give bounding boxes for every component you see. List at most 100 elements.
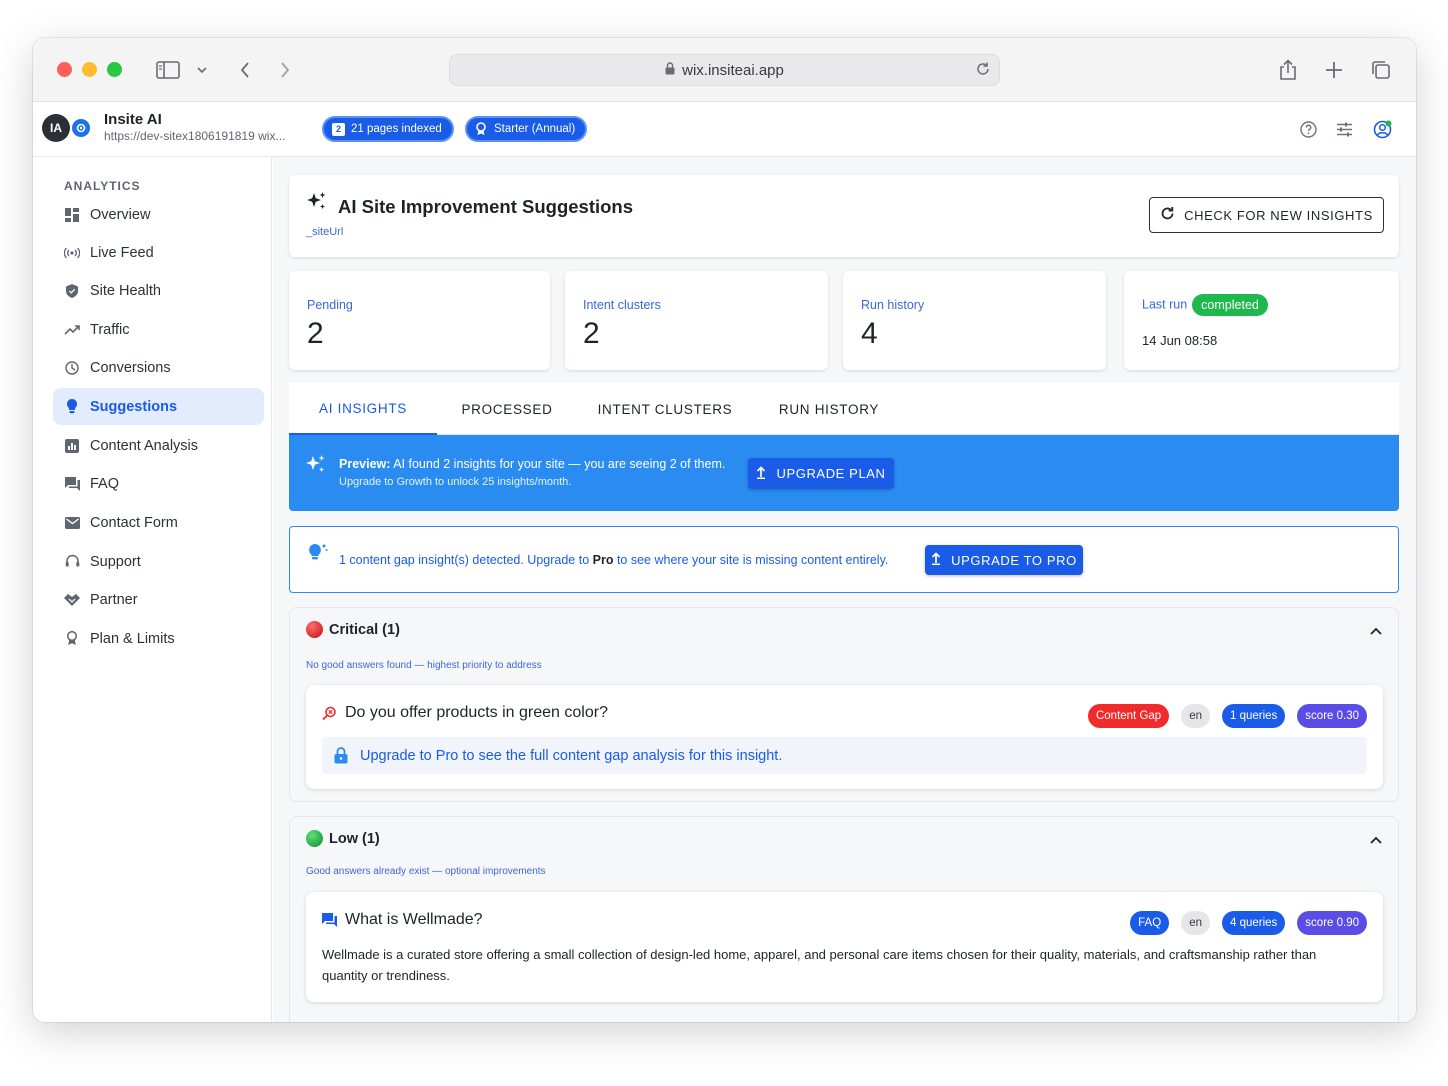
- insight-tags: Content Gap en 1 queries score 0.30: [1087, 704, 1367, 728]
- page-header-card: AI Site Improvement Suggestions _siteUrl…: [289, 175, 1399, 257]
- zoom-window-button[interactable]: [107, 62, 122, 77]
- handshake-icon: [64, 592, 80, 608]
- sidebar-item-label: Suggestions: [90, 398, 178, 415]
- settings-sliders-icon[interactable]: [1333, 118, 1355, 140]
- sidebar-item-content-analysis[interactable]: Content Analysis: [53, 427, 264, 464]
- sidebar-item-label: Traffic: [90, 321, 130, 338]
- sidebar-item-overview[interactable]: Overview: [53, 196, 264, 233]
- language-badge: en: [1181, 704, 1210, 728]
- pro-upsell-notice[interactable]: Upgrade to Pro to see the full content g…: [322, 737, 1367, 774]
- pages-indexed-label: 21 pages indexed: [351, 123, 442, 135]
- reload-icon[interactable]: [975, 61, 991, 81]
- account-icon[interactable]: [1371, 118, 1393, 140]
- insight-card[interactable]: What is Wellmade? FAQ en 4 queries score…: [306, 892, 1383, 1002]
- new-tab-icon[interactable]: [1320, 56, 1348, 84]
- chevron-down-icon[interactable]: [188, 56, 216, 84]
- sidebar-item-traffic[interactable]: Traffic: [53, 311, 264, 348]
- content-gap-message: 1 content gap insight(s) detected. Upgra…: [339, 553, 888, 567]
- preview-banner: Preview: AI found 2 insights for your si…: [289, 435, 1399, 511]
- stat-card-pending: Pending 2: [289, 271, 550, 370]
- support-icon: [64, 554, 80, 570]
- content-gap-banner: 1 content gap insight(s) detected. Upgra…: [289, 526, 1399, 593]
- last-run-label: Last run: [1142, 297, 1188, 312]
- sidebar-item-suggestions[interactable]: Suggestions: [53, 388, 264, 425]
- sidebar-item-label: Overview: [90, 206, 151, 223]
- chevron-up-icon[interactable]: [1370, 831, 1382, 849]
- tab-processed[interactable]: PROCESSED: [437, 383, 577, 435]
- search-gap-icon: [322, 706, 337, 721]
- help-icon[interactable]: [1297, 118, 1319, 140]
- type-badge: FAQ: [1130, 911, 1170, 935]
- faq-chat-icon: [322, 913, 337, 927]
- upload-icon: [756, 465, 766, 482]
- insight-answer: Wellmade is a curated store offering a s…: [322, 947, 1317, 983]
- group-header[interactable]: Low (1): [306, 830, 380, 847]
- conversions-icon: [64, 360, 80, 376]
- plan-label: Starter (Annual): [494, 123, 576, 135]
- upgrade-to-pro-button[interactable]: UPGRADE TO PRO: [925, 545, 1083, 575]
- low-dot-icon: [306, 830, 323, 847]
- lock-icon: [665, 61, 675, 79]
- sidebar: ANALYTICS Overview Live Feed Site Health…: [33, 157, 272, 1022]
- minimize-window-button[interactable]: [82, 62, 97, 77]
- insight-tags: FAQ en 4 queries score 0.90: [1130, 911, 1367, 935]
- tab-overview-icon[interactable]: [1367, 56, 1395, 84]
- group-title: Low (1): [329, 830, 380, 847]
- sidebar-item-label: Contact Form: [90, 514, 178, 531]
- address-bar[interactable]: wix.insiteai.app: [449, 54, 1000, 86]
- insight-question: Do you offer products in green color?: [322, 704, 608, 722]
- trend-icon: [64, 322, 80, 338]
- sidebar-item-label: FAQ: [90, 475, 120, 492]
- sidebar-toggle-icon[interactable]: [154, 56, 182, 84]
- sidebar-item-label: Content Analysis: [90, 437, 199, 454]
- gap-text-after: to see where your site is missing conten…: [613, 553, 889, 567]
- status-badge: completed: [1192, 294, 1268, 316]
- tab-intent-clusters[interactable]: INTENT CLUSTERS: [577, 383, 753, 435]
- back-icon[interactable]: [231, 56, 259, 84]
- sidebar-item-live-feed[interactable]: Live Feed: [53, 234, 264, 271]
- close-window-button[interactable]: [57, 62, 72, 77]
- sparkle-icon: [305, 454, 327, 481]
- sidebar-item-partner[interactable]: Partner: [53, 581, 264, 618]
- upsell-text: Upgrade to Pro to see the full content g…: [360, 747, 783, 764]
- sidebar-item-label: Site Health: [90, 282, 161, 299]
- sidebar-item-plan-limits[interactable]: Plan & Limits: [53, 620, 264, 657]
- insight-question: What is Wellmade?: [322, 911, 483, 929]
- tab-run-history[interactable]: RUN HISTORY: [753, 383, 905, 435]
- insight-group-low: Low (1) Good answers already exist — opt…: [289, 816, 1399, 1022]
- chat-icon: [64, 476, 80, 492]
- group-description: No good answers found — highest priority…: [306, 660, 542, 671]
- insight-card[interactable]: Do you offer products in green color? Co…: [306, 685, 1383, 789]
- sidebar-item-support[interactable]: Support: [53, 543, 264, 580]
- stat-label: Run history: [861, 298, 925, 312]
- share-icon[interactable]: [1274, 56, 1302, 84]
- tab-bar: AI INSIGHTS PROCESSED INTENT CLUSTERS RU…: [289, 383, 1399, 435]
- site-url: https://dev-sitex1806191819 wix...: [104, 129, 286, 143]
- language-badge: en: [1181, 911, 1210, 935]
- check-insights-button[interactable]: CHECK FOR NEW INSIGHTS: [1149, 197, 1384, 233]
- pages-count-icon: 2: [332, 122, 345, 136]
- forward-icon[interactable]: [271, 56, 299, 84]
- sidebar-item-faq[interactable]: FAQ: [53, 465, 264, 502]
- tab-ai-insights[interactable]: AI INSIGHTS: [289, 383, 437, 435]
- last-run-time: 14 Jun 08:58: [1142, 333, 1218, 348]
- critical-dot-icon: [306, 621, 323, 638]
- score-badge: score 0.90: [1297, 911, 1367, 935]
- award-icon: [475, 122, 487, 136]
- sidebar-item-contact-form[interactable]: Contact Form: [53, 504, 264, 541]
- app-header: IA Insite AI https://dev-sitex1806191819…: [33, 102, 1416, 157]
- sidebar-item-conversions[interactable]: Conversions: [53, 349, 264, 386]
- group-header[interactable]: Critical (1): [306, 621, 400, 638]
- upgrade-plan-button[interactable]: UPGRADE PLAN: [748, 458, 894, 489]
- group-title: Critical (1): [329, 621, 400, 638]
- avatar[interactable]: IA: [42, 114, 70, 142]
- sidebar-item-site-health[interactable]: Site Health: [53, 272, 264, 309]
- sidebar-item-label: Support: [90, 553, 141, 570]
- sidebar-item-label: Live Feed: [90, 244, 154, 261]
- chevron-up-icon[interactable]: [1370, 622, 1382, 640]
- preview-subtext: Upgrade to Growth to unlock 25 insights/…: [339, 476, 572, 488]
- plan-badge[interactable]: Starter (Annual): [465, 116, 588, 142]
- sparkle-icon: [306, 191, 328, 218]
- pages-indexed-badge[interactable]: 2 21 pages indexed: [322, 116, 454, 142]
- refresh-icon: [1160, 206, 1175, 224]
